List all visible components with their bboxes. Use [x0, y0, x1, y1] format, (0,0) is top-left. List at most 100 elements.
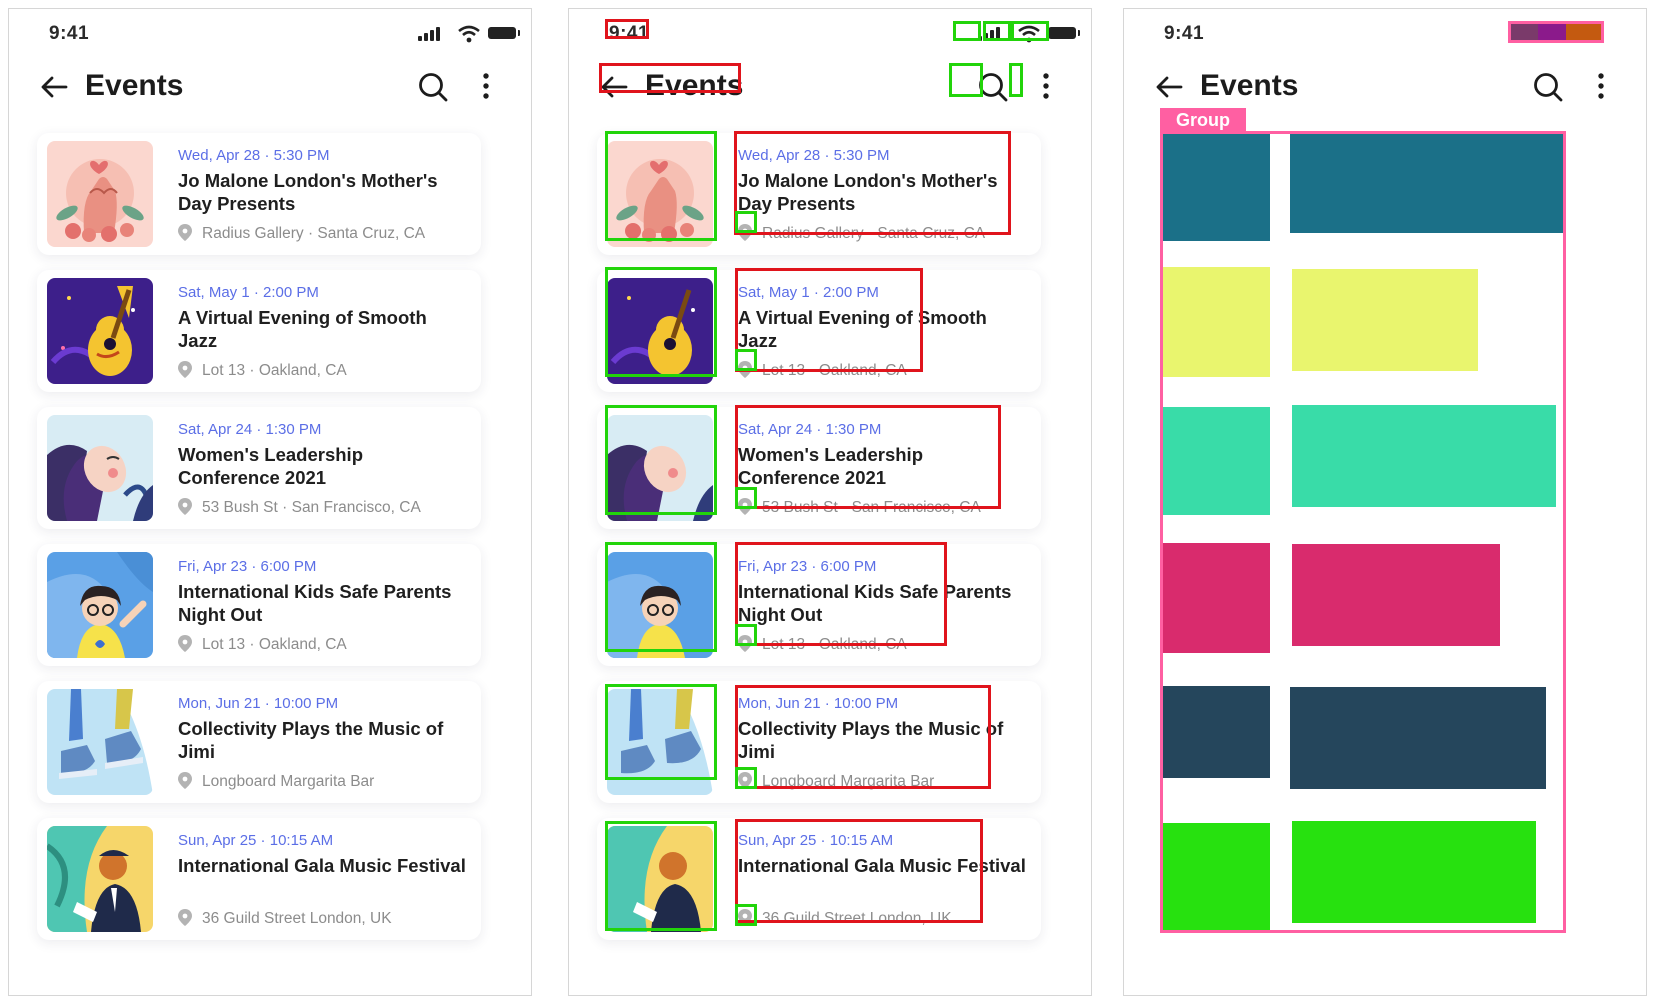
event-location-text: 36 Guild Street London, UK	[762, 910, 952, 927]
signal-icon	[984, 33, 988, 41]
event-title: Women's Leadership Conference 2021	[178, 444, 363, 488]
event-card[interactable]: Fri, Apr 23 · 6:00 PM International Kids…	[597, 544, 1041, 666]
event-location: 36 Guild Street London, UK	[178, 909, 392, 928]
wifi-icon	[1018, 25, 1040, 43]
event-card[interactable]: Sat, Apr 24 · 1:30 PM Women's Leadership…	[597, 407, 1041, 529]
event-location: Radius Gallery · Santa Cruz, CA	[178, 224, 425, 243]
location-pin-icon	[738, 361, 752, 378]
event-title: Collectivity Plays the Music of Jimi	[738, 718, 1004, 762]
event-title: International Gala Music Festival	[738, 855, 1026, 876]
more-vertical-icon[interactable]	[1041, 71, 1051, 101]
event-card[interactable]: Mon, Jun 21 · 10:00 PM Collectivity Play…	[597, 681, 1041, 803]
search-icon[interactable]	[977, 71, 1009, 103]
app-header: Events	[1124, 59, 1646, 115]
event-location-text: Lot 13 · Oakland, CA	[202, 636, 347, 653]
search-icon[interactable]	[1532, 71, 1564, 103]
status-time: 9:41	[49, 23, 90, 44]
event-thumbnail	[47, 826, 153, 932]
event-date: Sat, May 1 · 2:00 PM	[178, 284, 319, 301]
event-location: Lot 13 · Oakland, CA	[738, 361, 907, 380]
phone-screen-grouped: 9:41 Events Group	[1123, 8, 1647, 996]
event-thumbnail	[607, 415, 713, 521]
event-title: A Virtual Evening of Smooth Jazz	[178, 307, 427, 351]
event-date: Sat, May 1 · 2:00 PM	[738, 284, 879, 301]
location-pin-icon	[738, 772, 752, 789]
event-title: A Virtual Evening of Smooth Jazz	[738, 307, 987, 351]
event-location-text: Lot 13 · Oakland, CA	[762, 362, 907, 379]
annotation-box-icon	[953, 21, 981, 41]
event-thumbnail	[607, 141, 713, 247]
event-location: 53 Bush St · San Francisco, CA	[178, 498, 421, 517]
app-header: Events	[9, 59, 531, 115]
location-pin-icon	[178, 361, 192, 378]
back-arrow-icon[interactable]	[1154, 73, 1184, 101]
signal-icon	[996, 27, 1000, 41]
location-pin-icon	[178, 772, 192, 789]
event-thumbnail	[607, 278, 713, 384]
event-location-text: 53 Bush St · San Francisco, CA	[202, 499, 421, 516]
event-date: Sun, Apr 25 · 10:15 AM	[738, 832, 894, 849]
event-title: International Kids Safe Parents Night Ou…	[178, 581, 452, 625]
event-card[interactable]: Fri, Apr 23 · 6:00 PM International Kids…	[37, 544, 481, 666]
more-vertical-icon[interactable]	[1596, 71, 1606, 101]
event-card[interactable]: Wed, Apr 28 · 5:30 PM Jo Malone London's…	[37, 133, 481, 255]
battery-icon	[488, 27, 520, 39]
event-date: Mon, Jun 21 · 10:00 PM	[738, 695, 899, 712]
location-pin-icon	[738, 909, 752, 926]
back-arrow-icon[interactable]	[39, 73, 69, 101]
event-card[interactable]: Sun, Apr 25 · 10:15 AM International Gal…	[597, 818, 1041, 940]
event-date: Sat, Apr 24 · 1:30 PM	[738, 421, 882, 438]
event-card[interactable]: Sat, May 1 · 2:00 PM A Virtual Evening o…	[37, 270, 481, 392]
wifi-icon	[458, 25, 480, 43]
event-location: Lot 13 · Oakland, CA	[178, 361, 347, 380]
status-icon-block	[1510, 23, 1538, 41]
signal-icon	[978, 36, 982, 41]
event-card[interactable]: Sun, Apr 25 · 10:15 AM International Gal…	[37, 818, 481, 940]
event-card[interactable]: Sat, Apr 24 · 1:30 PM Women's Leadership…	[37, 407, 481, 529]
status-icon-block	[1538, 23, 1566, 41]
event-title: Jo Malone London's Mother's Day Presents	[738, 170, 998, 214]
event-thumbnail	[47, 141, 153, 247]
event-card[interactable]: Mon, Jun 21 · 10:00 PM Collectivity Play…	[37, 681, 481, 803]
location-pin-icon	[178, 635, 192, 652]
page-title: Events	[85, 69, 184, 102]
event-location-text: Radius Gallery · Santa Cruz, CA	[762, 225, 986, 242]
phone-screen-original: 9:41 Events Wed, Apr 28 · 5:30 PM Jo Mal…	[8, 8, 532, 996]
event-location-text: Longboard Margarita Bar	[202, 773, 375, 790]
page-title: Events	[645, 69, 744, 102]
location-pin-icon	[178, 498, 192, 515]
event-thumbnail	[607, 689, 713, 795]
event-thumbnail	[47, 689, 153, 795]
group-bounding-box	[1160, 131, 1566, 933]
location-pin-icon	[738, 224, 752, 241]
event-card[interactable]: Wed, Apr 28 · 5:30 PM Jo Malone London's…	[597, 133, 1041, 255]
event-location: Lot 13 · Oakland, CA	[178, 635, 347, 654]
group-label: Group	[1160, 108, 1246, 133]
event-date: Sat, Apr 24 · 1:30 PM	[178, 421, 322, 438]
event-location: Longboard Margarita Bar	[178, 772, 374, 791]
event-location: Longboard Margarita Bar	[738, 772, 934, 791]
search-icon[interactable]	[417, 71, 449, 103]
event-location-text: Lot 13 · Oakland, CA	[202, 362, 347, 379]
event-date: Fri, Apr 23 · 6:00 PM	[738, 558, 877, 575]
signal-icon	[990, 30, 994, 41]
battery-icon	[1048, 27, 1080, 39]
status-icon-block	[1566, 23, 1602, 41]
event-card[interactable]: Sat, May 1 · 2:00 PM A Virtual Evening o…	[597, 270, 1041, 392]
location-pin-icon	[738, 498, 752, 515]
back-arrow-icon[interactable]	[599, 73, 629, 101]
more-vertical-icon[interactable]	[481, 71, 491, 101]
status-icons	[418, 25, 520, 43]
event-title: Women's Leadership Conference 2021	[738, 444, 923, 488]
event-location: 53 Bush St · San Francisco, CA	[738, 498, 981, 517]
signal-icon	[418, 36, 422, 41]
event-location-text: Radius Gallery · Santa Cruz, CA	[202, 225, 426, 242]
location-pin-icon	[178, 224, 192, 241]
event-date: Sun, Apr 25 · 10:15 AM	[178, 832, 334, 849]
event-location-text: 53 Bush St · San Francisco, CA	[762, 499, 981, 516]
event-thumbnail	[607, 826, 713, 932]
event-date: Wed, Apr 28 · 5:30 PM	[738, 147, 890, 164]
event-thumbnail	[47, 415, 153, 521]
event-location-text: Lot 13 · Oakland, CA	[762, 636, 907, 653]
event-title: Jo Malone London's Mother's Day Presents	[178, 170, 438, 214]
